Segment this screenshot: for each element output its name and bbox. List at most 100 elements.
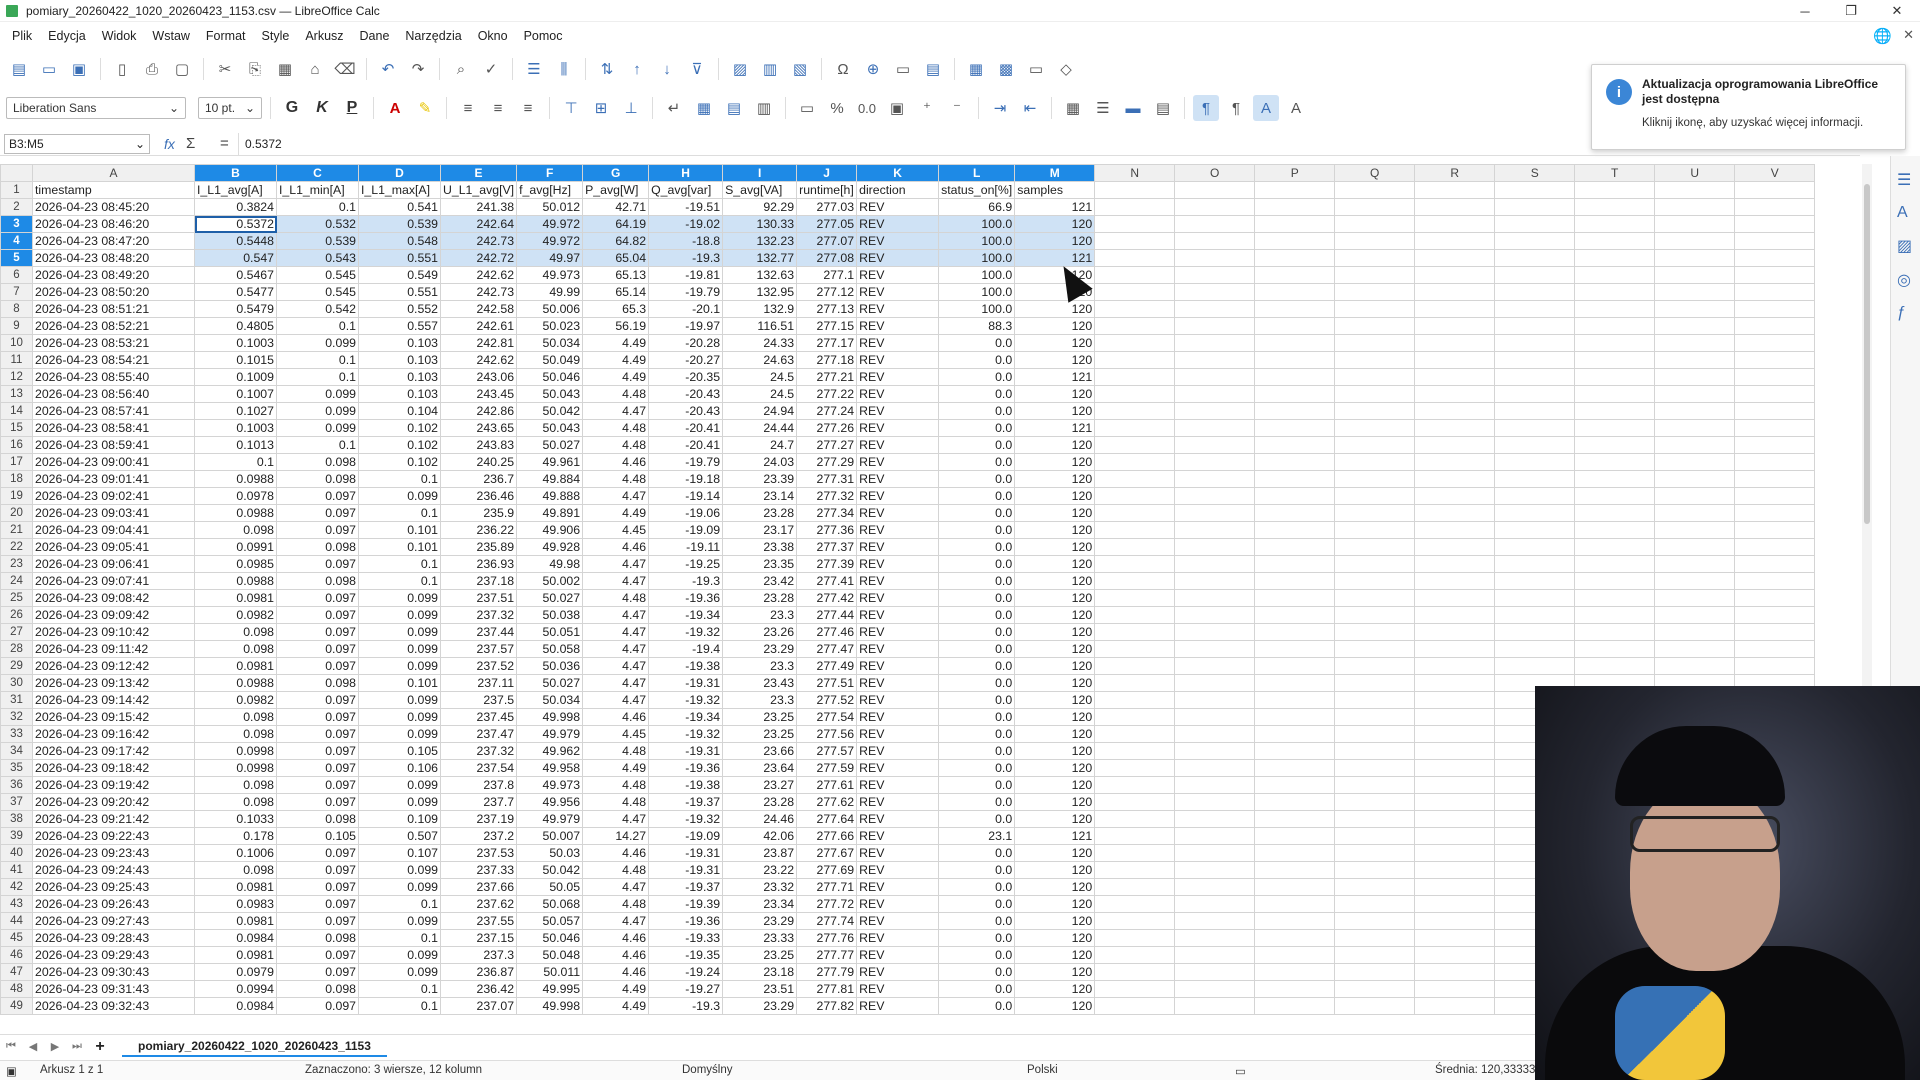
rtl-icon[interactable]: ¶ bbox=[1223, 95, 1249, 121]
menu-format[interactable]: Format bbox=[198, 29, 254, 43]
cell[interactable] bbox=[1574, 657, 1656, 675]
cell[interactable] bbox=[1494, 555, 1576, 573]
cell[interactable] bbox=[1094, 861, 1176, 879]
cell[interactable]: 0.0994 bbox=[194, 980, 277, 998]
cell[interactable] bbox=[1494, 487, 1576, 505]
cell[interactable] bbox=[1334, 453, 1416, 471]
cell[interactable] bbox=[1334, 742, 1416, 760]
cell[interactable] bbox=[1574, 470, 1656, 488]
cell[interactable]: REV bbox=[856, 436, 940, 454]
cell[interactable] bbox=[1574, 368, 1656, 386]
cell[interactable] bbox=[1334, 198, 1416, 216]
column-icon[interactable]: ⫼ bbox=[551, 56, 577, 82]
cell[interactable]: -19.09 bbox=[648, 827, 724, 845]
cell[interactable]: 50.027 bbox=[516, 436, 584, 454]
cell[interactable]: REV bbox=[856, 232, 940, 250]
cell[interactable]: -19.35 bbox=[648, 946, 724, 964]
cell[interactable]: 0.547 bbox=[194, 249, 277, 267]
cell[interactable]: REV bbox=[856, 521, 940, 539]
cell[interactable]: 0.097 bbox=[276, 504, 359, 522]
cell[interactable]: REV bbox=[856, 810, 940, 828]
cell[interactable] bbox=[1414, 572, 1496, 590]
cell[interactable]: 237.57 bbox=[439, 640, 518, 658]
cell[interactable] bbox=[1174, 827, 1256, 845]
cell[interactable]: 49.972 bbox=[516, 215, 584, 233]
cell[interactable] bbox=[1254, 283, 1336, 301]
cell[interactable]: 2026-04-23 09:07:41 bbox=[32, 572, 195, 590]
cell[interactable] bbox=[1254, 470, 1336, 488]
cell[interactable] bbox=[1254, 742, 1336, 760]
cell[interactable]: REV bbox=[856, 334, 940, 352]
column-header[interactable]: P bbox=[1254, 164, 1336, 182]
cell[interactable]: 23.27 bbox=[722, 776, 798, 794]
cell[interactable]: 277.69 bbox=[796, 861, 858, 879]
cell[interactable]: 0.101 bbox=[358, 538, 441, 556]
cell[interactable] bbox=[1414, 300, 1496, 318]
cell[interactable]: 92.29 bbox=[722, 198, 798, 216]
menu-window[interactable]: Okno bbox=[470, 29, 516, 43]
cell[interactable]: 0.104 bbox=[358, 402, 441, 420]
cell[interactable] bbox=[1094, 793, 1176, 811]
cell[interactable] bbox=[1334, 674, 1416, 692]
cell[interactable]: 0.0991 bbox=[194, 538, 277, 556]
cell[interactable]: REV bbox=[856, 912, 940, 930]
cell[interactable] bbox=[1254, 912, 1336, 930]
cell[interactable]: 120 bbox=[1014, 385, 1096, 403]
cell[interactable]: 0.0998 bbox=[194, 759, 277, 777]
cell[interactable]: 277.32 bbox=[796, 487, 858, 505]
cell[interactable]: 4.49 bbox=[582, 980, 650, 998]
split-window-icon[interactable]: ▭ bbox=[1023, 56, 1049, 82]
cell[interactable] bbox=[1574, 351, 1656, 369]
cell[interactable]: -19.31 bbox=[648, 861, 724, 879]
cell[interactable]: REV bbox=[856, 266, 940, 284]
cell[interactable]: runtime[h] bbox=[796, 181, 858, 199]
cell[interactable] bbox=[1254, 844, 1336, 862]
cell[interactable]: 2026-04-23 09:06:41 bbox=[32, 555, 195, 573]
cell[interactable] bbox=[1254, 657, 1336, 675]
cell[interactable] bbox=[1654, 521, 1736, 539]
cell[interactable] bbox=[1574, 538, 1656, 556]
cell[interactable] bbox=[1574, 181, 1656, 199]
cell[interactable]: 0.099 bbox=[358, 640, 441, 658]
cell[interactable] bbox=[1254, 351, 1336, 369]
cell[interactable]: 49.956 bbox=[516, 793, 584, 811]
cell[interactable]: 0.3824 bbox=[194, 198, 277, 216]
cell[interactable] bbox=[1094, 300, 1176, 318]
cell[interactable]: 4.45 bbox=[582, 521, 650, 539]
cell[interactable]: 120 bbox=[1014, 317, 1096, 335]
cell[interactable] bbox=[1414, 504, 1496, 522]
cell[interactable]: 23.42 bbox=[722, 572, 798, 590]
cell[interactable]: 277.79 bbox=[796, 963, 858, 981]
cell[interactable]: 50.012 bbox=[516, 198, 584, 216]
cell[interactable] bbox=[1254, 249, 1336, 267]
border-color-icon[interactable]: ▬ bbox=[1120, 95, 1146, 121]
cell[interactable]: 0.0981 bbox=[194, 912, 277, 930]
cell[interactable]: 23.64 bbox=[722, 759, 798, 777]
cell[interactable]: 0.109 bbox=[358, 810, 441, 828]
cell[interactable]: 2026-04-23 09:05:41 bbox=[32, 538, 195, 556]
cell[interactable]: 0.5448 bbox=[194, 232, 277, 250]
cell[interactable]: 277.44 bbox=[796, 606, 858, 624]
cell[interactable]: 0.545 bbox=[276, 266, 359, 284]
cell[interactable] bbox=[1174, 215, 1256, 233]
row-header[interactable]: 25 bbox=[0, 589, 33, 607]
row-header[interactable]: 5 bbox=[0, 249, 33, 267]
cell[interactable] bbox=[1254, 317, 1336, 335]
row-header[interactable]: 15 bbox=[0, 419, 33, 437]
cell[interactable]: 242.73 bbox=[439, 283, 518, 301]
row-header[interactable]: 7 bbox=[0, 283, 33, 301]
cell[interactable]: REV bbox=[856, 555, 940, 573]
cell[interactable] bbox=[1654, 283, 1736, 301]
cell[interactable]: REV bbox=[856, 844, 940, 862]
cell[interactable] bbox=[1334, 215, 1416, 233]
cell[interactable]: 277.47 bbox=[796, 640, 858, 658]
cell[interactable]: 42.06 bbox=[722, 827, 798, 845]
cell[interactable]: 132.9 bbox=[722, 300, 798, 318]
cell[interactable]: 0.557 bbox=[358, 317, 441, 335]
cell[interactable] bbox=[1654, 232, 1736, 250]
cell[interactable] bbox=[1414, 606, 1496, 624]
row-icon[interactable]: ☰ bbox=[521, 56, 547, 82]
cell[interactable] bbox=[1094, 946, 1176, 964]
cell[interactable]: 0.0982 bbox=[194, 691, 277, 709]
cell[interactable]: 277.24 bbox=[796, 402, 858, 420]
